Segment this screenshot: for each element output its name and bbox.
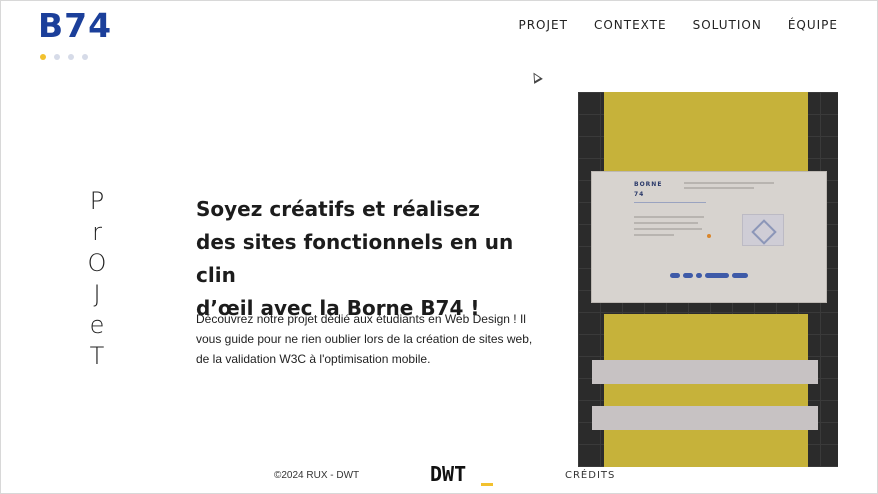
mockup-pill xyxy=(670,273,680,278)
mockup-pill xyxy=(683,273,693,278)
nav-link-projet[interactable]: PROJET xyxy=(518,18,567,32)
headline-line: des sites fonctionnels en un clin xyxy=(196,230,514,287)
footer-credits-link[interactable]: CRÉDITS xyxy=(565,470,615,481)
vertical-letter: r xyxy=(92,218,102,246)
headline-line: Soyez créatifs et réalisez xyxy=(196,197,480,221)
mockup-text-line xyxy=(634,228,702,230)
mockup-screen-card: BORNE 74 xyxy=(591,171,827,303)
mockup-text-line xyxy=(684,182,774,184)
mockup-pill xyxy=(732,273,748,278)
vertical-letter: e xyxy=(89,311,105,339)
footer-logo[interactable]: DWT xyxy=(430,462,466,486)
mockup-yellow-panel-bottom xyxy=(604,314,808,467)
footer-copyright: ©2024 RUX - DWT xyxy=(274,470,360,481)
section-vertical-label: P r O J e T xyxy=(84,186,110,372)
slide-dot-3[interactable] xyxy=(68,54,74,60)
mockup-pill xyxy=(696,273,702,278)
nav-link-solution[interactable]: SOLUTION xyxy=(693,18,762,32)
mockup-image-placeholder-icon xyxy=(742,214,784,246)
slide-indicators xyxy=(40,54,88,60)
slide-dot-4[interactable] xyxy=(82,54,88,60)
mockup-yellow-panel-top xyxy=(604,92,808,172)
mockup-divider xyxy=(634,202,706,203)
mockup-text-line xyxy=(634,222,698,224)
vertical-letter: O xyxy=(87,249,107,277)
mockup-text-line xyxy=(634,216,704,218)
hero-description: Découvrez notre projet dédié aux étudian… xyxy=(196,312,533,366)
mockup-text-line xyxy=(634,234,674,236)
mockup-card-title: BORNE 74 xyxy=(634,181,663,198)
mockup-text-line xyxy=(684,187,754,189)
vertical-letter: T xyxy=(89,342,105,370)
mockup-band xyxy=(592,406,818,430)
slide-dot-1[interactable] xyxy=(40,54,46,60)
vertical-letter: J xyxy=(93,280,101,308)
vertical-letter: P xyxy=(89,187,105,215)
footer-logo-underscore xyxy=(481,483,493,486)
mockup-buttons xyxy=(670,273,748,278)
nav-link-contexte[interactable]: CONTEXTE xyxy=(594,18,667,32)
hero-headline: Soyez créatifs et réalisez des sites fon… xyxy=(196,193,556,325)
site-logo[interactable]: B74 xyxy=(38,6,112,45)
mockup-band xyxy=(592,360,818,384)
main-nav: PROJET CONTEXTE SOLUTION ÉQUIPE xyxy=(518,18,838,32)
mockup-pill xyxy=(705,273,729,278)
mockup-dot xyxy=(707,234,711,238)
nav-link-equipe[interactable]: ÉQUIPE xyxy=(788,18,838,32)
slide-dot-2[interactable] xyxy=(54,54,60,60)
borne-mockup-image: BORNE 74 xyxy=(578,92,838,467)
